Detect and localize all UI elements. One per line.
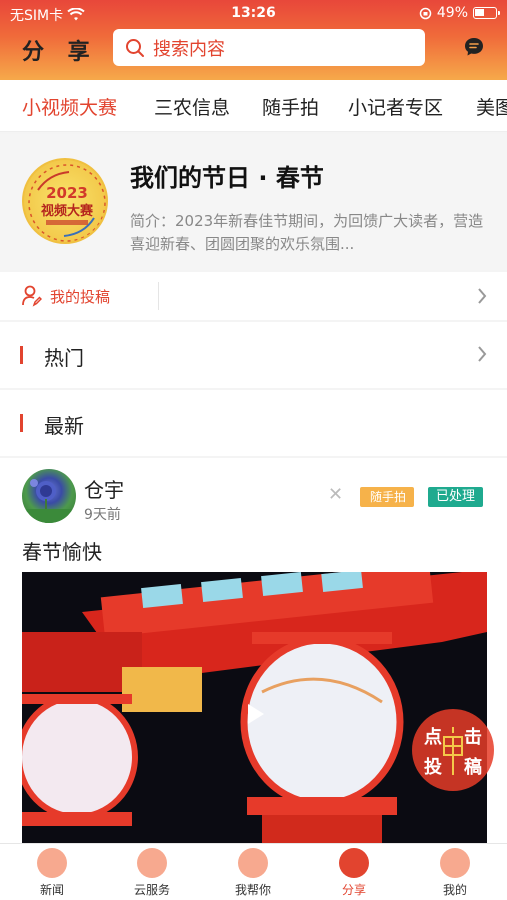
battery-percent: 49% [436, 5, 468, 21]
submit-fab-button[interactable]: 点 击 投 稿 [412, 709, 494, 791]
post-card[interactable]: 仓宇 9天前 ✕ 随手拍 已处理 春节愉快 [0, 458, 507, 843]
cloud-service-icon [137, 848, 167, 878]
bottom-tab-label: 我的 [442, 883, 467, 897]
bottom-tab-bar: 新闻 云服务 我帮你 分享 我的 [0, 843, 507, 900]
status-badge: 已处理 [428, 487, 484, 507]
bottom-tab-label: 云服务 [133, 883, 170, 897]
hot-title: 热门 [44, 346, 84, 370]
close-icon[interactable]: ✕ [328, 484, 343, 505]
author-name[interactable]: 仓宇 [84, 474, 124, 503]
search-placeholder: 搜索内容 [153, 38, 225, 60]
chevron-right-icon [478, 288, 487, 304]
tab-snapshots[interactable]: 随手拍 [262, 93, 319, 120]
logo-year: 2023 [46, 184, 88, 202]
header: 无SIM卡 13:26 49% 分 享 搜索内容 [0, 0, 507, 80]
logo-title: 视频大赛 [41, 203, 94, 219]
tab-photos[interactable]: 美图 [476, 93, 507, 120]
topic-description: 简介：2023年新春佳节期间，为回馈广大读者，营造喜迎新春、团圆团聚的欢乐氛围.… [130, 212, 484, 253]
fab-char-3: 投 [424, 757, 442, 778]
section-marker [20, 346, 23, 364]
my-submissions-label: 我的投稿 [50, 288, 111, 306]
bottom-tab-label: 我帮你 [234, 883, 271, 897]
post-time: 9天前 [84, 507, 121, 523]
fab-char-1: 点 [424, 727, 442, 748]
bottom-tab-cloud-service[interactable]: 云服务 [112, 848, 192, 898]
battery-icon [473, 7, 500, 19]
tab-agriculture-info[interactable]: 三农信息 [154, 93, 230, 120]
category-tag: 随手拍 [360, 487, 415, 507]
my-submissions-row[interactable]: 我的投稿 [0, 272, 507, 320]
section-marker [20, 414, 23, 432]
bottom-tab-help[interactable]: 我帮你 [213, 848, 293, 898]
chevron-right-icon [478, 346, 487, 362]
bottom-tab-label: 分享 [341, 883, 366, 897]
status-bar: 无SIM卡 13:26 49% [0, 0, 507, 28]
bottom-tab-label: 新闻 [39, 883, 64, 897]
bottom-tab-mine[interactable]: 我的 [415, 848, 495, 898]
tab-video-contest[interactable]: 小视频大赛 [22, 93, 117, 120]
user-edit-icon [22, 285, 42, 307]
news-icon [37, 848, 67, 878]
topic-card[interactable]: 2023 视频大赛 我们的节日 · 春节 简介：2023年新春佳节期间，为回馈广… [0, 134, 507, 270]
share-icon [339, 848, 369, 878]
fab-char-4: 稿 [464, 757, 482, 778]
bottom-tab-share[interactable]: 分享 [314, 848, 394, 898]
category-tabs: 小视频大赛 三农信息 随手拍 小记者专区 美图 [0, 80, 507, 132]
search-icon [126, 38, 144, 57]
latest-section: 最新 [0, 390, 507, 456]
latest-title: 最新 [44, 414, 84, 438]
fab-char-2: 击 [464, 727, 482, 748]
tab-reporter-zone[interactable]: 小记者专区 [348, 93, 443, 120]
divider [158, 282, 159, 310]
page-title: 分 享 [22, 40, 98, 65]
message-icon[interactable] [463, 36, 485, 58]
topic-title: 我们的节日 · 春节 [130, 164, 324, 192]
video-thumbnail[interactable] [22, 572, 487, 843]
post-text: 春节愉快 [22, 540, 102, 564]
profile-icon [440, 848, 470, 878]
help-icon [238, 848, 268, 878]
orientation-lock-icon [419, 7, 432, 19]
bottom-tab-news[interactable]: 新闻 [12, 848, 92, 898]
search-input[interactable]: 搜索内容 [113, 29, 425, 66]
avatar[interactable] [22, 469, 76, 523]
contest-logo: 2023 视频大赛 [22, 158, 108, 244]
hot-section[interactable]: 热门 [0, 322, 507, 388]
